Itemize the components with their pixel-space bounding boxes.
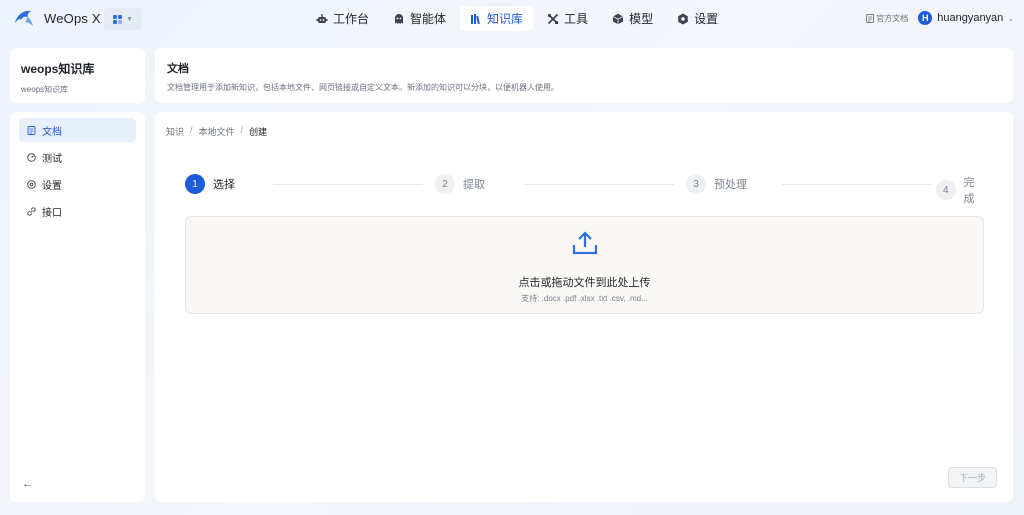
page-header-card: 文档 文档管理用于添加新知识，包括本地文件、网页链接或自定义文本。新添加的知识可…	[155, 48, 1013, 103]
sidebar-item-api[interactable]: 接口	[19, 199, 136, 223]
knowledge-base-card: weops知识库 weops知识库	[10, 48, 145, 103]
gear-icon	[678, 13, 688, 24]
step-connector	[782, 184, 932, 185]
user-menu[interactable]: H huangyanyan ⌄	[918, 11, 1014, 25]
sidebar: 文档 测试 设置 接口 ←	[10, 112, 145, 502]
step-label: 提取	[463, 179, 485, 191]
step-number: 4	[936, 180, 956, 200]
document-icon	[866, 13, 875, 23]
nav-item-settings[interactable]: 设置	[667, 6, 728, 31]
nav-label: 工作台	[333, 12, 370, 26]
nav-item-workbench[interactable]: 工作台	[306, 6, 379, 31]
top-right-area: 官方文档 H huangyanyan ⌄	[866, 11, 1014, 25]
nav-item-tools[interactable]: 工具	[537, 6, 598, 31]
step-label: 预处理	[714, 179, 747, 191]
nav-label: 知识库	[487, 12, 524, 26]
main-nav: 工作台 智能体 知识库 工具 模型 设置	[306, 6, 732, 31]
sidebar-item-label: 文档	[42, 126, 62, 138]
step-connector	[273, 184, 423, 185]
sidebar-item-label: 设置	[42, 180, 62, 192]
nav-item-knowledge[interactable]: 知识库	[460, 6, 534, 31]
step-number: 3	[686, 174, 706, 194]
app-switcher[interactable]: ▼	[104, 8, 142, 30]
step-4: 4 完成	[936, 174, 985, 206]
ghost-icon	[395, 13, 404, 24]
breadcrumb-item[interactable]: 知识	[166, 125, 184, 138]
breadcrumb-item[interactable]: 本地文件	[199, 125, 235, 138]
step-number: 1	[185, 174, 205, 194]
upload-icon	[572, 231, 598, 255]
page-title: 文档	[167, 63, 189, 75]
document-icon	[27, 125, 36, 135]
nav-label: 模型	[629, 12, 654, 26]
nav-label: 智能体	[410, 12, 447, 26]
step-1: 1 选择	[185, 174, 235, 194]
sidebar-item-label: 测试	[42, 153, 62, 165]
upload-dropzone[interactable]: 点击或拖动文件到此处上传 支持: .docx .pdf .xlsx .txt .…	[185, 216, 984, 314]
breadcrumb-separator: /	[190, 125, 193, 135]
step-2: 2 提取	[435, 174, 485, 194]
settings-icon	[27, 179, 36, 189]
brand-name: WeOps X	[44, 10, 101, 26]
username: huangyanyan	[937, 12, 1004, 24]
sidebar-item-documents[interactable]: 文档	[19, 118, 136, 142]
sidebar-item-label: 接口	[42, 207, 62, 219]
cube-icon	[612, 13, 624, 24]
upload-title: 点击或拖动文件到此处上传	[518, 277, 651, 289]
step-connector	[524, 184, 674, 185]
chevron-down-icon: ⌄	[1007, 13, 1014, 23]
nav-item-agents[interactable]: 智能体	[383, 6, 456, 31]
brand[interactable]: WeOps X	[13, 7, 101, 29]
arrow-left-icon: ←	[22, 478, 33, 490]
sidebar-item-test[interactable]: 测试	[19, 145, 136, 169]
next-step-button[interactable]: 下一步	[948, 467, 997, 488]
nav-item-models[interactable]: 模型	[602, 6, 663, 31]
nav-label: 设置	[694, 12, 719, 26]
grid-icon	[113, 14, 123, 24]
test-icon	[27, 152, 36, 162]
books-icon	[471, 13, 480, 24]
steps: 1 选择 2 提取 3 预处理 4 完成	[185, 174, 985, 205]
breadcrumb: 知识 / 本地文件 / 创建	[166, 125, 267, 138]
sidebar-item-settings[interactable]: 设置	[19, 172, 136, 196]
avatar: H	[918, 11, 933, 25]
caret-down-icon: ▼	[126, 15, 133, 23]
docs-label: 官方文档	[876, 13, 909, 23]
kb-subtitle: weops知识库	[21, 85, 69, 94]
step-label: 完成	[963, 177, 975, 205]
collapse-sidebar-button[interactable]: ←	[22, 478, 33, 490]
official-docs-link[interactable]: 官方文档	[866, 13, 908, 24]
step-number: 2	[435, 174, 455, 194]
breadcrumb-current: 创建	[249, 127, 268, 137]
page-description: 文档管理用于添加新知识，包括本地文件、网页链接或自定义文本。新添加的知识可以分块…	[167, 83, 559, 92]
top-navigation-bar: WeOps X ▼ 工作台 智能体 知识库 工具 模型 设置 官方文档 H hu…	[0, 0, 1024, 38]
robot-icon	[316, 13, 328, 23]
step-3: 3 预处理	[686, 174, 747, 194]
breadcrumb-separator: /	[240, 125, 244, 135]
upload-hint: 支持: .docx .pdf .xlsx .txt .csv, .md...	[521, 294, 648, 303]
main-content: 知识 / 本地文件 / 创建 1 选择 2 提取 3 预处理 4 完成 点击或拖…	[155, 112, 1013, 502]
nav-label: 工具	[564, 12, 589, 26]
kb-title: weops知识库	[21, 62, 95, 76]
step-label: 选择	[213, 179, 235, 191]
tools-icon	[547, 13, 559, 24]
dolphin-logo-icon	[15, 10, 33, 26]
link-icon	[27, 206, 36, 216]
